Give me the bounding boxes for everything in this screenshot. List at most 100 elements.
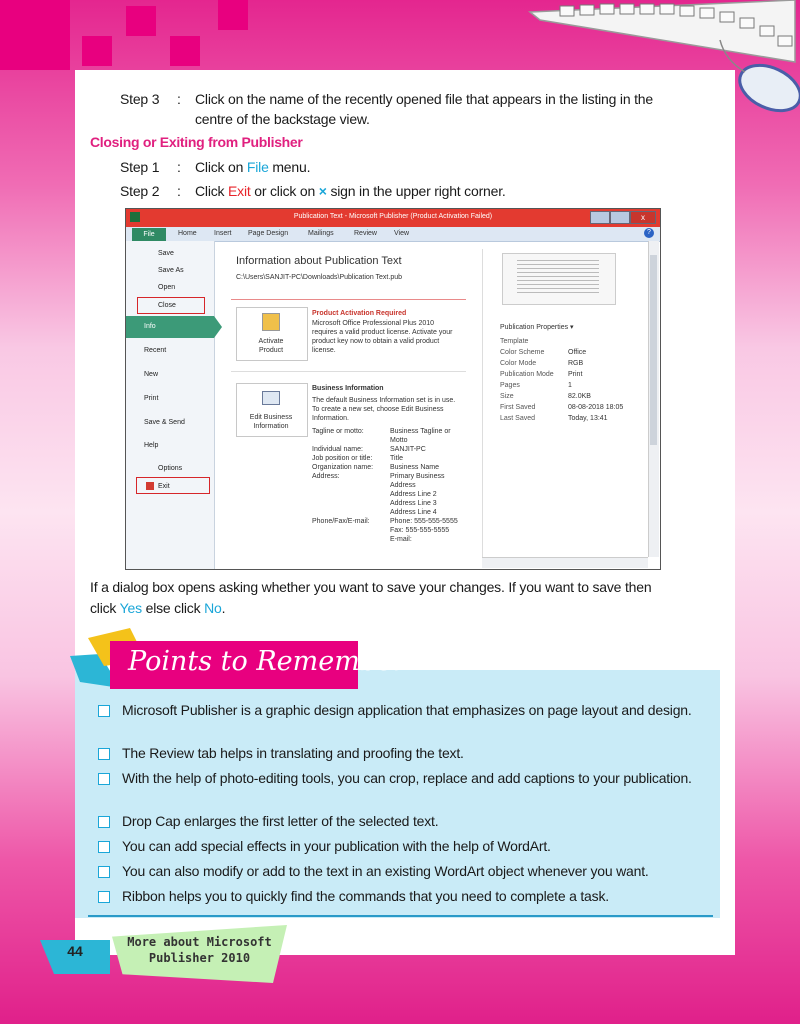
- sidebar-save[interactable]: Save: [158, 250, 174, 257]
- close-x-icon: ×: [318, 183, 327, 199]
- property-value: 82.0KB: [568, 393, 591, 400]
- point-item: The Review tab helps in translating and …: [122, 745, 464, 761]
- sidebar-save-as[interactable]: Save As: [158, 267, 184, 274]
- activation-title: Product Activation Required: [312, 310, 407, 317]
- bullet-checkbox-icon: [98, 891, 110, 903]
- sidebar-print[interactable]: Print: [144, 395, 158, 402]
- bi-line-2: To create a new set, choose Edit Busines…: [312, 406, 444, 413]
- bullet-checkbox-icon: [98, 816, 110, 828]
- sidebar-options[interactable]: Options: [158, 465, 182, 472]
- step2-text: Click Exit or click on × sign in the upp…: [195, 183, 506, 199]
- edit-label-2: Information: [253, 423, 289, 430]
- sidebar-recent[interactable]: Recent: [144, 347, 166, 354]
- bi-row-value: E-mail:: [390, 536, 412, 543]
- tab-page-design[interactable]: Page Design: [248, 230, 288, 237]
- yes-keyword: Yes: [119, 600, 142, 616]
- decor-square: [218, 0, 248, 30]
- step3-text-line2: centre of the backstage view.: [195, 111, 370, 127]
- property-value: 08-08-2018 18:05: [568, 404, 624, 411]
- bi-row-value: Address: [390, 482, 416, 489]
- bi-title: Business Information: [312, 385, 384, 392]
- section-heading: Closing or Exiting from Publisher: [90, 134, 303, 150]
- property-key: Last Saved: [500, 415, 536, 422]
- vertical-scrollbar[interactable]: [648, 241, 659, 557]
- activation-line-1: Microsoft Office Professional Plus 2010: [312, 320, 435, 327]
- bi-row-value: Phone: 555-555-5555: [390, 518, 458, 525]
- tab-view[interactable]: View: [394, 230, 409, 237]
- sidebar-save-send[interactable]: Save & Send: [144, 419, 185, 426]
- property-key: Publication Mode: [500, 371, 554, 378]
- window-controls: x: [590, 211, 656, 224]
- property-key: First Saved: [500, 404, 536, 411]
- bullet-checkbox-icon: [98, 841, 110, 853]
- sidebar-help[interactable]: Help: [144, 442, 158, 449]
- sidebar-open[interactable]: Open: [158, 284, 175, 291]
- point-item: Ribbon helps you to quickly find the com…: [122, 888, 609, 904]
- page-number: 44: [67, 943, 83, 959]
- footer-title: More about Microsoft Publisher 2010: [127, 935, 272, 965]
- bullet-checkbox-icon: [98, 866, 110, 878]
- help-icon[interactable]: ?: [644, 228, 654, 238]
- activate-label-2: Product: [258, 347, 284, 354]
- property-value: Office: [568, 349, 587, 356]
- tab-review[interactable]: Review: [354, 230, 377, 237]
- step2-label: Step 2: [120, 183, 160, 199]
- point-item: With the help of photo-editing tools, yo…: [122, 770, 692, 786]
- activate-label-1: Activate: [258, 338, 284, 345]
- info-heading: Information about Publication Text: [236, 255, 402, 267]
- no-keyword: No: [204, 600, 222, 616]
- bi-row-key: Phone/Fax/E-mail:: [312, 518, 370, 525]
- bi-row-value: Title: [390, 455, 403, 462]
- props-title[interactable]: Publication Properties ▾: [500, 323, 574, 332]
- point-item: You can add special effects in your publ…: [122, 838, 551, 854]
- publication-thumbnail: [502, 253, 616, 305]
- tab-file[interactable]: File: [132, 228, 166, 241]
- close-window-icon[interactable]: x: [630, 211, 656, 224]
- activation-line-4: license.: [312, 347, 336, 354]
- step2-colon: :: [177, 183, 181, 199]
- decor-square: [82, 36, 112, 66]
- tab-insert[interactable]: Insert: [214, 230, 232, 237]
- edit-label-1: Edit Business: [249, 414, 293, 421]
- activation-line-3: product key now to obtain a valid produc…: [312, 338, 440, 345]
- property-value: 1: [568, 382, 572, 389]
- activation-divider: [231, 299, 466, 300]
- step1-text: Click on File menu.: [195, 159, 311, 175]
- step3-text-line1: Click on the name of the recently opened…: [195, 91, 653, 107]
- ribbon-tabs: [126, 227, 660, 242]
- bi-row-key: Address:: [312, 473, 340, 480]
- bi-row-value: Address Line 2: [390, 491, 437, 498]
- tab-mailings[interactable]: Mailings: [308, 230, 334, 237]
- bullet-checkbox-icon: [98, 773, 110, 785]
- bullet-checkbox-icon: [98, 748, 110, 760]
- bi-line-1: The default Business Information set is …: [312, 397, 456, 404]
- activate-icon: [262, 313, 280, 331]
- activation-line-2: requires a valid product license. Activa…: [312, 329, 453, 336]
- sidebar-new[interactable]: New: [144, 371, 158, 378]
- property-value: Today, 13:41: [568, 415, 608, 422]
- horizontal-scrollbar[interactable]: [482, 557, 648, 568]
- step1-label: Step 1: [120, 159, 160, 175]
- bi-line-3: Information.: [312, 415, 349, 422]
- bi-row-value: Address Line 4: [390, 509, 437, 516]
- app-icon: [130, 212, 140, 222]
- point-item: Microsoft Publisher is a graphic design …: [122, 702, 692, 718]
- bi-row-key: Organization name:: [312, 464, 374, 471]
- bullet-checkbox-icon: [98, 705, 110, 717]
- bi-row-value: Business Tagline or: [390, 428, 451, 435]
- dialog-text-line2: click Yes else click No.: [90, 600, 226, 616]
- bi-row-value: Fax: 555-555-5555: [390, 527, 450, 534]
- sidebar-info[interactable]: Info: [144, 323, 156, 330]
- sidebar-info-selected[interactable]: [126, 316, 214, 338]
- point-item: You can also modify or add to the text i…: [122, 863, 649, 879]
- points-title: Points to Remember: [128, 646, 406, 677]
- file-keyword: File: [246, 159, 269, 175]
- exit-keyword: Exit: [228, 183, 251, 199]
- property-key: Size: [500, 393, 514, 400]
- step1-colon: :: [177, 159, 181, 175]
- property-key: Color Mode: [500, 360, 537, 367]
- bi-row-key: Tagline or motto:: [312, 428, 364, 435]
- step3-label: Step 3: [120, 91, 160, 107]
- property-value: RGB: [568, 360, 584, 367]
- tab-home[interactable]: Home: [178, 230, 197, 237]
